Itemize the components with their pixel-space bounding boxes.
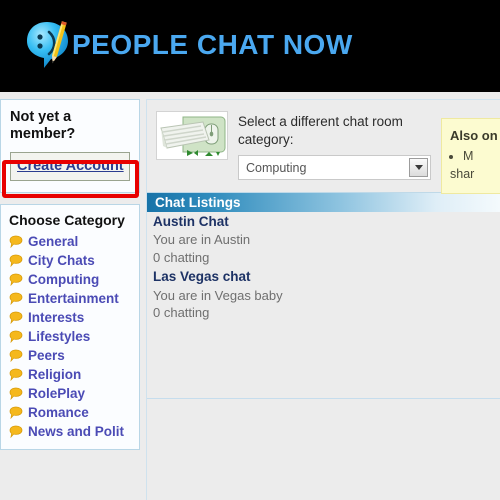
brand-title: PEOPLE CHAT NOW xyxy=(72,29,353,60)
also-on-promo-box: Also on M shar xyxy=(441,118,500,194)
also-on-text-continued: shar xyxy=(450,166,475,181)
sidebar-item-label[interactable]: News and Polit xyxy=(28,424,124,439)
choose-category-title: Choose Category xyxy=(9,211,125,228)
sidebar-item-computing[interactable]: Computing xyxy=(8,270,133,289)
site-header: PEOPLE CHAT NOW xyxy=(0,0,500,92)
sidebar-item-religion[interactable]: Religion xyxy=(8,365,133,384)
also-on-bullet-list: M xyxy=(450,147,496,166)
chat-room-description: You are in Austin xyxy=(153,232,251,248)
sidebar-item-label[interactable]: Computing xyxy=(28,272,99,287)
also-on-title: Also on xyxy=(450,128,498,143)
sidebar-item-label[interactable]: Peers xyxy=(28,348,65,363)
sidebar-item-label[interactable]: Religion xyxy=(28,367,81,382)
sidebar-item-label[interactable]: General xyxy=(28,234,78,249)
section-divider xyxy=(147,398,500,399)
create-account-button[interactable]: Create Account xyxy=(10,151,130,181)
site-logo[interactable]: PEOPLE CHAT NOW xyxy=(18,16,353,74)
speech-bubble-icon xyxy=(9,235,23,248)
speech-bubble-icon xyxy=(9,311,23,324)
smiley-pencil-logo-icon xyxy=(18,16,76,74)
chat-room-category-select[interactable]: Computing xyxy=(238,155,431,181)
create-account-label[interactable]: Create Account xyxy=(17,158,124,174)
sidebar-item-label[interactable]: Romance xyxy=(28,405,89,420)
sidebar-item-roleplay[interactable]: RolePlay xyxy=(8,384,133,403)
choose-category-panel: Choose Category General City Chats Compu… xyxy=(0,203,140,450)
sidebar-item-label[interactable]: Interests xyxy=(28,310,84,325)
chat-room-user-count: 0 chatting xyxy=(153,249,210,265)
list-item[interactable]: Austin Chat You are in Austin 0 chatting xyxy=(147,212,500,267)
category-selector-label: Select a different chat room category: xyxy=(238,114,403,147)
sidebar-item-interests[interactable]: Interests xyxy=(8,308,133,327)
sidebar-item-city-chats[interactable]: City Chats xyxy=(8,251,133,270)
sidebar-item-peers[interactable]: Peers xyxy=(8,346,133,365)
chat-room-title[interactable]: Las Vegas chat xyxy=(153,268,500,286)
chat-listings-title: Chat Listings xyxy=(155,195,241,211)
speech-bubble-icon xyxy=(9,425,23,438)
chat-listings-section: Chat Listings Austin Chat You are in Aus… xyxy=(147,192,500,323)
list-item[interactable]: Las Vegas chat You are in Vegas baby 0 c… xyxy=(147,267,500,322)
chat-room-description: You are in Vegas baby xyxy=(153,287,283,303)
keyboard-mouse-icon xyxy=(156,111,228,160)
chevron-down-icon[interactable] xyxy=(409,158,428,178)
speech-bubble-icon xyxy=(9,349,23,362)
chat-room-category-value: Computing xyxy=(246,160,307,175)
sidebar: Not yet a member? Create Account Choose … xyxy=(0,99,140,450)
list-item: M xyxy=(463,147,496,166)
sidebar-item-news-and-politics[interactable]: News and Polit xyxy=(8,422,133,441)
sidebar-item-entertainment[interactable]: Entertainment xyxy=(8,289,133,308)
page-root: PEOPLE CHAT NOW Not yet a member? Create… xyxy=(0,0,500,500)
sidebar-item-label[interactable]: RolePlay xyxy=(28,386,85,401)
member-panel-title: Not yet a member? xyxy=(10,109,76,142)
sidebar-item-label[interactable]: City Chats xyxy=(28,253,95,268)
speech-bubble-icon xyxy=(9,406,23,419)
speech-bubble-icon xyxy=(9,387,23,400)
sidebar-item-label[interactable]: Lifestyles xyxy=(28,329,90,344)
chat-room-title[interactable]: Austin Chat xyxy=(153,213,500,231)
category-selector-controls: Select a different chat room category: C… xyxy=(238,111,431,181)
member-signup-panel: Not yet a member? Create Account xyxy=(0,99,140,193)
sidebar-item-romance[interactable]: Romance xyxy=(8,403,133,422)
speech-bubble-icon xyxy=(9,254,23,267)
chat-listings-header: Chat Listings xyxy=(147,192,500,213)
sidebar-item-general[interactable]: General xyxy=(8,232,133,251)
sidebar-item-lifestyles[interactable]: Lifestyles xyxy=(8,327,133,346)
speech-bubble-icon xyxy=(9,292,23,305)
speech-bubble-icon xyxy=(9,273,23,286)
speech-bubble-icon xyxy=(9,368,23,381)
speech-bubble-icon xyxy=(9,330,23,343)
chat-room-user-count: 0 chatting xyxy=(153,305,210,321)
sidebar-item-label[interactable]: Entertainment xyxy=(28,291,119,306)
